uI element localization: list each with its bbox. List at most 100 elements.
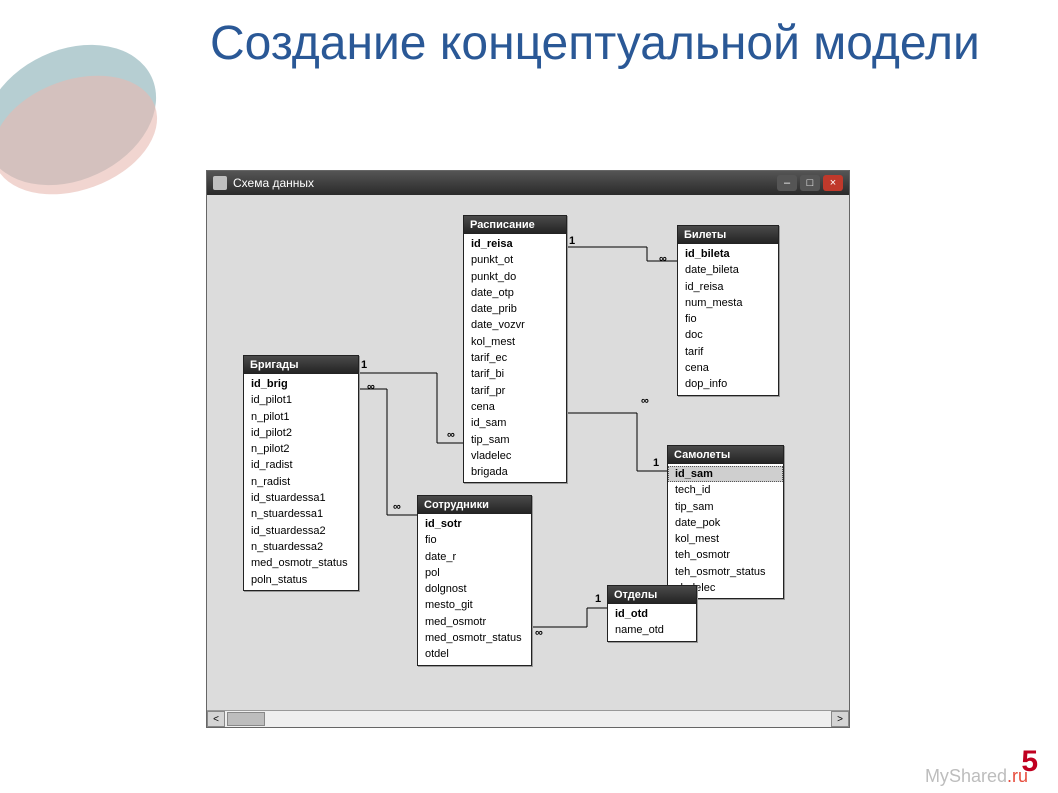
field[interactable]: teh_osmotr_status: [668, 564, 783, 580]
field[interactable]: poln_status: [244, 572, 358, 588]
field[interactable]: tarif_ec: [464, 350, 566, 366]
field[interactable]: fio: [418, 532, 531, 548]
slide-title: Создание концептуальной модели: [210, 18, 980, 71]
entity-body: id_otd name_otd: [608, 604, 696, 641]
scroll-left-button[interactable]: <: [207, 711, 225, 727]
entity-header: Сотрудники: [418, 496, 531, 514]
field[interactable]: punkt_do: [464, 269, 566, 285]
field[interactable]: id_pilot1: [244, 392, 358, 408]
field[interactable]: id_otd: [608, 606, 696, 622]
decorative-ellipses: [0, 10, 190, 190]
entity-brigady[interactable]: Бригады id_brig id_pilot1 n_pilot1 id_pi…: [243, 355, 359, 591]
entity-raspisanie[interactable]: Расписание id_reisa punkt_ot punkt_do da…: [463, 215, 567, 483]
field[interactable]: tarif_pr: [464, 383, 566, 399]
window-titlebar[interactable]: Схема данных – □ ×: [207, 171, 849, 195]
entity-body: id_reisa punkt_ot punkt_do date_otp date…: [464, 234, 566, 482]
field[interactable]: otdel: [418, 646, 531, 662]
entity-header: Бригады: [244, 356, 358, 374]
page-number: 5: [1021, 745, 1038, 779]
field[interactable]: tarif: [678, 344, 778, 360]
field[interactable]: n_pilot1: [244, 409, 358, 425]
field[interactable]: id_stuardessa1: [244, 490, 358, 506]
field[interactable]: kol_mest: [464, 334, 566, 350]
field[interactable]: tarif_bi: [464, 366, 566, 382]
card-one: 1: [653, 457, 659, 469]
field[interactable]: id_reisa: [464, 236, 566, 252]
card-many: ∞: [367, 381, 375, 393]
field[interactable]: date_r: [418, 549, 531, 565]
field[interactable]: med_osmotr_status: [244, 555, 358, 571]
field[interactable]: mesto_git: [418, 597, 531, 613]
field[interactable]: cena: [464, 399, 566, 415]
field[interactable]: date_bileta: [678, 262, 778, 278]
entity-header: Отделы: [608, 586, 696, 604]
field[interactable]: id_reisa: [678, 279, 778, 295]
field-selected[interactable]: id_sam: [668, 466, 783, 482]
entity-bilety[interactable]: Билеты id_bileta date_bileta id_reisa nu…: [677, 225, 779, 396]
card-many: ∞: [659, 253, 667, 265]
card-many: ∞: [535, 627, 543, 639]
card-many: ∞: [641, 395, 649, 407]
horizontal-scrollbar[interactable]: < >: [207, 710, 849, 727]
field[interactable]: dop_info: [678, 376, 778, 392]
field[interactable]: date_prib: [464, 301, 566, 317]
field[interactable]: date_vozvr: [464, 317, 566, 333]
field[interactable]: brigada: [464, 464, 566, 480]
field[interactable]: kol_mest: [668, 531, 783, 547]
field[interactable]: id_radist: [244, 457, 358, 473]
field[interactable]: doc: [678, 327, 778, 343]
field[interactable]: n_pilot2: [244, 441, 358, 457]
card-one: 1: [569, 235, 575, 247]
field[interactable]: vladelec: [464, 448, 566, 464]
field[interactable]: teh_osmotr: [668, 547, 783, 563]
field[interactable]: med_osmotr_status: [418, 630, 531, 646]
field[interactable]: n_stuardessa2: [244, 539, 358, 555]
schema-canvas[interactable]: 1 ∞ 1 ∞ ∞ ∞ ∞ 1 1 ∞ Бригады id_brig id_p…: [207, 195, 849, 710]
field[interactable]: date_pok: [668, 515, 783, 531]
footer-watermark: MyShared.ru: [925, 766, 1028, 787]
entity-body: id_sam tech_id tip_sam date_pok kol_mest…: [668, 464, 783, 598]
field[interactable]: id_brig: [244, 376, 358, 392]
field[interactable]: tip_sam: [668, 499, 783, 515]
card-many: ∞: [447, 429, 455, 441]
entity-header: Билеты: [678, 226, 778, 244]
field[interactable]: fio: [678, 311, 778, 327]
field[interactable]: dolgnost: [418, 581, 531, 597]
app-icon: [213, 176, 227, 190]
slide: Создание концептуальной модели Схема дан…: [0, 0, 1058, 793]
field[interactable]: num_mesta: [678, 295, 778, 311]
entity-sotrudniki[interactable]: Сотрудники id_sotr fio date_r pol dolgno…: [417, 495, 532, 666]
window-title: Схема данных: [233, 176, 314, 190]
field[interactable]: name_otd: [608, 622, 696, 638]
field[interactable]: id_sam: [464, 415, 566, 431]
card-many: ∞: [393, 501, 401, 513]
entity-otdely[interactable]: Отделы id_otd name_otd: [607, 585, 697, 642]
scroll-right-button[interactable]: >: [831, 711, 849, 727]
entity-body: id_bileta date_bileta id_reisa num_mesta…: [678, 244, 778, 395]
field[interactable]: id_stuardessa2: [244, 523, 358, 539]
field[interactable]: med_osmotr: [418, 614, 531, 630]
minimize-button[interactable]: –: [777, 175, 797, 191]
field[interactable]: id_sotr: [418, 516, 531, 532]
entity-samolety[interactable]: Самолеты id_sam tech_id tip_sam date_pok…: [667, 445, 784, 599]
field[interactable]: tech_id: [668, 482, 783, 498]
entity-header: Расписание: [464, 216, 566, 234]
card-one: 1: [361, 359, 367, 371]
field[interactable]: n_radist: [244, 474, 358, 490]
scroll-thumb[interactable]: [227, 712, 265, 726]
maximize-button[interactable]: □: [800, 175, 820, 191]
close-button[interactable]: ×: [823, 175, 843, 191]
field[interactable]: tip_sam: [464, 432, 566, 448]
entity-header: Самолеты: [668, 446, 783, 464]
field[interactable]: cena: [678, 360, 778, 376]
entity-body: id_brig id_pilot1 n_pilot1 id_pilot2 n_p…: [244, 374, 358, 590]
entity-body: id_sotr fio date_r pol dolgnost mesto_gi…: [418, 514, 531, 665]
field[interactable]: pol: [418, 565, 531, 581]
field[interactable]: date_otp: [464, 285, 566, 301]
field[interactable]: punkt_ot: [464, 252, 566, 268]
field[interactable]: n_stuardessa1: [244, 506, 358, 522]
field[interactable]: id_bileta: [678, 246, 778, 262]
schema-window: Схема данных – □ × 1 ∞ 1 ∞: [206, 170, 850, 728]
field[interactable]: id_pilot2: [244, 425, 358, 441]
card-one: 1: [595, 593, 601, 605]
